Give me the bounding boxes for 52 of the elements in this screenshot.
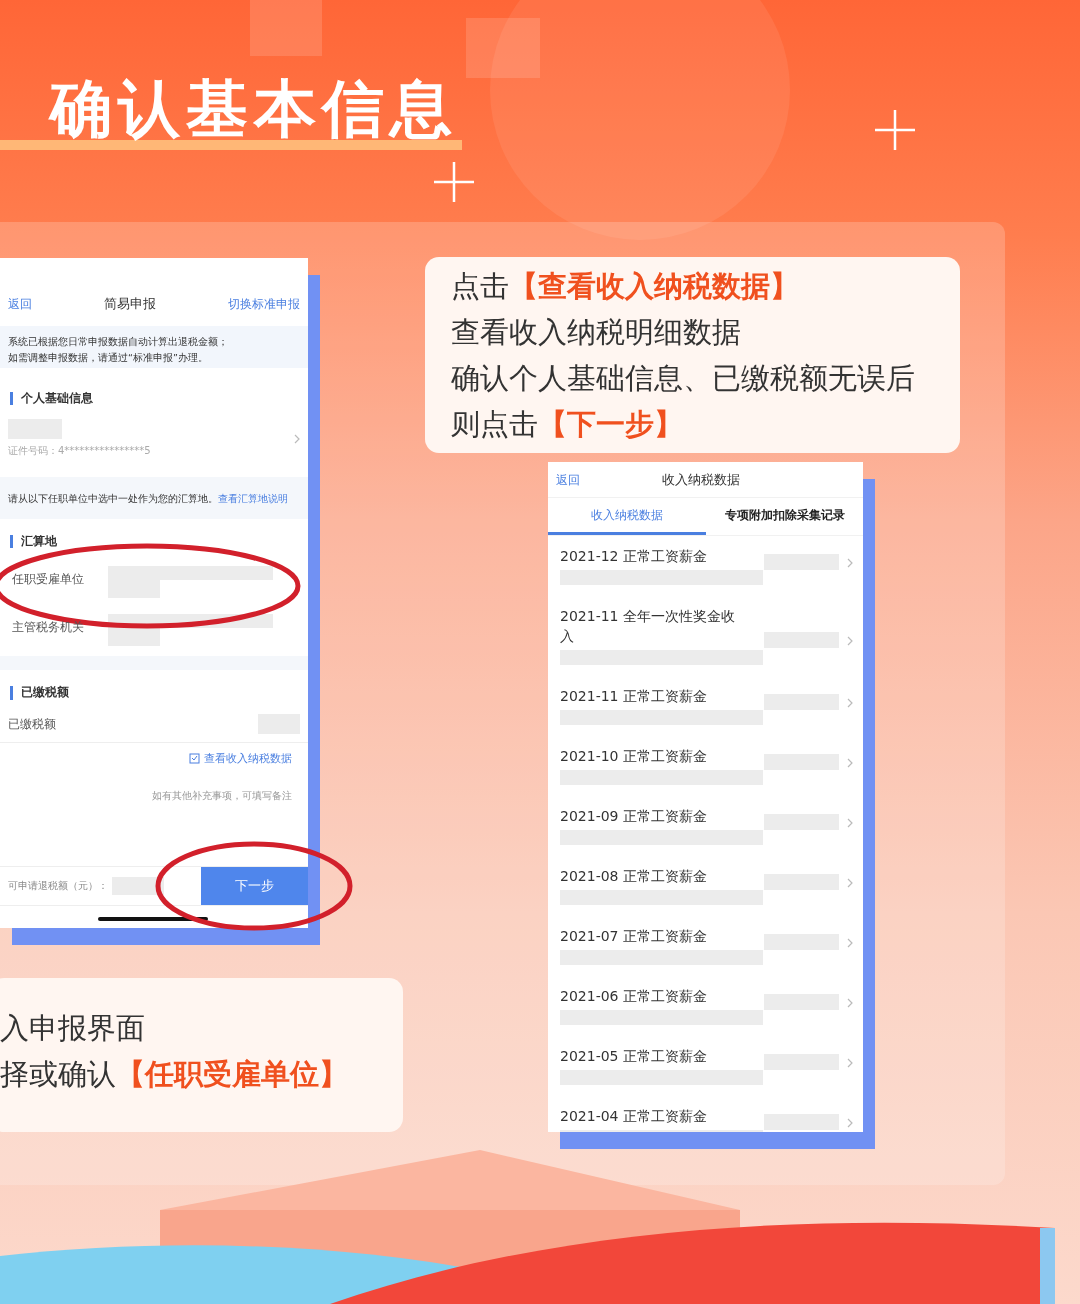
section-heading: 汇算地 (10, 535, 308, 549)
instruction-text: 点击【查看收入纳税数据】 (451, 268, 800, 305)
chevron-icon (847, 1118, 853, 1128)
income-title[interactable]: 2021-04 正常工资薪金 (560, 1106, 740, 1126)
income-title[interactable]: 2021-05 正常工资薪金 (560, 1046, 740, 1066)
income-title[interactable]: 2021-11 正常工资薪金 (560, 686, 740, 706)
chevron-icon (847, 1058, 853, 1068)
tab[interactable]: 专项附加扣除采集记录 (706, 498, 863, 535)
chevron-icon (847, 636, 853, 646)
chevron-icon (847, 558, 853, 568)
income-title[interactable]: 2021-11 全年一次性奖金收入 (560, 606, 740, 646)
chevron-icon (294, 434, 300, 445)
chevron-icon (847, 938, 853, 948)
instruction-text: 确认个人基础信息、已缴税额无误后 (451, 360, 916, 397)
chevron-icon (847, 878, 853, 888)
next-button[interactable]: 下一步 (201, 867, 308, 905)
sparkle-icon (875, 110, 915, 150)
notice-text: 系统已根据您日常申报数据自动计算出退税金额； 如需调整申报数据，请通过“标准申报”办理。 (8, 335, 229, 365)
info-link[interactable]: 查看汇算地说明 (218, 493, 288, 505)
authority-label: 主管税务机关 (12, 619, 85, 637)
page-title: 确认基本信息 (50, 80, 458, 139)
chevron-icon (847, 998, 853, 1008)
instruction-text: 查看收入纳税明细数据 (451, 314, 742, 351)
employer-label: 任职受雇单位 (12, 571, 85, 589)
tax-label: 已缴税额 (8, 715, 56, 733)
back-link[interactable]: 返回 (556, 470, 580, 489)
income-title[interactable]: 2021-12 正常工资薪金 (560, 546, 740, 566)
chevron-icon (847, 818, 853, 828)
checklist-icon (189, 753, 200, 765)
section-heading: 已缴税额 (10, 686, 308, 700)
screen-title: 收入纳税数据 (662, 470, 740, 489)
income-title[interactable]: 2021-07 正常工资薪金 (560, 926, 740, 946)
instruction-text: 择或确认【任职受雇单位】 (0, 1056, 349, 1093)
id-number: 证件号码：4****************5 (8, 444, 151, 459)
hint-text: 请从以下任职单位中选中一处作为您的汇算地。查看汇算地说明 (8, 492, 289, 507)
income-title[interactable]: 2021-08 正常工资薪金 (560, 866, 740, 886)
income-title[interactable]: 2021-06 正常工资薪金 (560, 986, 740, 1006)
tab[interactable]: 收入纳税数据 (548, 498, 706, 535)
chevron-icon (847, 698, 853, 708)
refund-label: 可申请退税额（元）： (8, 878, 108, 893)
background-shape (250, 0, 322, 56)
section-heading: 个人基础信息 (10, 392, 308, 406)
income-title[interactable]: 2021-09 正常工资薪金 (560, 806, 740, 826)
screen-title: 简易申报 (104, 295, 156, 314)
instruction-text: 入申报界面 (0, 1010, 146, 1047)
back-link[interactable]: 返回 (8, 295, 32, 313)
instruction-text: 则点击【下一步】 (451, 406, 684, 443)
sparkle-icon (434, 162, 474, 202)
chevron-icon (847, 758, 853, 768)
data-link[interactable]: 查看收入纳税数据 (189, 750, 292, 768)
switch-link[interactable]: 切换标准申报 (228, 295, 300, 313)
income-title[interactable]: 2021-10 正常工资薪金 (560, 746, 740, 766)
